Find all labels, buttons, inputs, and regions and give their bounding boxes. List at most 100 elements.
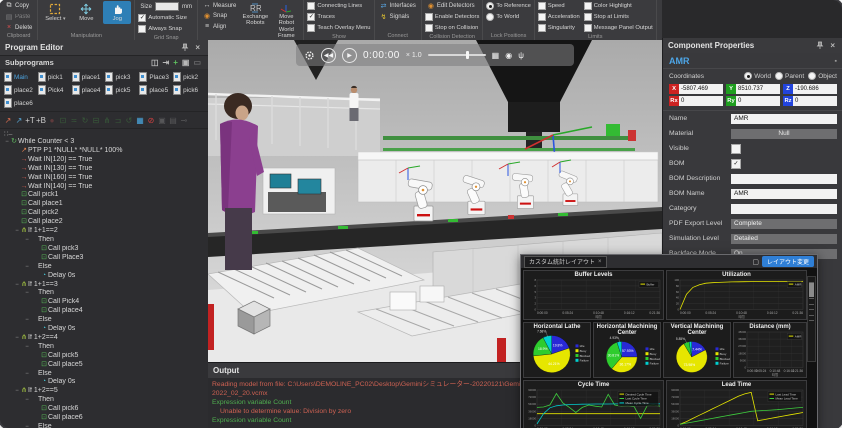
- program-statement-row[interactable]: ⊡Call pick5: [2, 352, 206, 361]
- program-statement-row[interactable]: →Wait IN[120] == True: [2, 156, 206, 165]
- program-statement-row[interactable]: ⊡Call place5: [2, 361, 206, 370]
- statement-icon[interactable]: ⊟: [91, 116, 101, 125]
- x-input[interactable]: -5807.469: [679, 84, 723, 94]
- program-statement-row[interactable]: ⊡Call place6: [2, 414, 206, 423]
- statement-icon[interactable]: ⊸: [179, 116, 189, 125]
- connectivity-icon[interactable]: ψ: [518, 51, 524, 60]
- paste-button[interactable]: ▤Paste: [3, 12, 32, 22]
- program-statement-row[interactable]: ⊡Call pick6: [2, 405, 206, 414]
- import-subprogram-icon[interactable]: ⇥: [161, 58, 172, 67]
- category-input[interactable]: [731, 204, 837, 214]
- subprogram-tile[interactable]: place4: [71, 84, 104, 96]
- y-input[interactable]: 8510.737: [736, 84, 780, 94]
- tree-expander-icon[interactable]: −: [24, 343, 30, 352]
- statement-icon[interactable]: ↗: [14, 116, 24, 125]
- tree-expander-icon[interactable]: −: [24, 289, 30, 298]
- ry-input[interactable]: 0: [736, 96, 780, 106]
- program-statement-row[interactable]: −⋔If 1+2==5: [2, 387, 206, 396]
- bom-checkbox[interactable]: [731, 159, 741, 169]
- view-navigation-cube[interactable]: [234, 297, 274, 342]
- simulation-level-dropdown[interactable]: Detailed: [731, 234, 837, 244]
- program-statement-row[interactable]: −Else: [2, 370, 206, 379]
- subprogram-tile[interactable]: pick2: [172, 71, 205, 83]
- to-reference-radio[interactable]: To Reference: [486, 1, 530, 11]
- subprogram-tile[interactable]: place1: [71, 71, 104, 83]
- program-statement-row[interactable]: −⋔If 1+1==2: [2, 227, 206, 236]
- enable-detectors-checkbox[interactable]: Enable Detectors: [425, 12, 479, 22]
- snap-button[interactable]: ◉Snap: [201, 11, 229, 21]
- traces-checkbox[interactable]: Traces: [307, 12, 335, 22]
- component-menu-icon[interactable]: ▪: [835, 58, 837, 65]
- pin-icon[interactable]: [178, 43, 192, 52]
- program-statement-row[interactable]: ⊡Call Place3: [2, 254, 206, 263]
- rz-input[interactable]: 0: [793, 96, 837, 106]
- subprogram-tile[interactable]: pick5: [104, 84, 137, 96]
- dashboard-scrollbar-thumb[interactable]: [809, 283, 814, 297]
- duplicate-subprogram-icon[interactable]: ▣: [180, 58, 192, 67]
- statement-icon[interactable]: ⋔: [102, 116, 112, 125]
- program-statement-row[interactable]: ◔Delay 0s: [2, 325, 206, 334]
- subprogram-tile[interactable]: pick1: [37, 71, 70, 83]
- pdf-export-level-dropdown[interactable]: Complete: [731, 219, 837, 229]
- statement-icon[interactable]: ▣: [157, 116, 167, 125]
- program-statement-row[interactable]: ◔Delay 0s: [2, 272, 206, 281]
- statement-icon[interactable]: ⊡: [58, 116, 68, 125]
- rx-input[interactable]: 0: [679, 96, 723, 106]
- visible-checkbox[interactable]: [731, 144, 741, 154]
- record-video-icon[interactable]: ◉: [505, 51, 512, 60]
- change-layout-button[interactable]: レイアウト変更: [762, 256, 814, 267]
- dashboard-tab[interactable]: カスタム統計レイアウト ×: [524, 256, 607, 268]
- dashboard-tab-close-icon[interactable]: ×: [598, 259, 602, 265]
- dashboard-scrollbar[interactable]: [807, 276, 816, 362]
- statement-icon[interactable]: ▤: [168, 116, 178, 125]
- delete-subprogram-icon[interactable]: ▭: [191, 58, 203, 67]
- tree-expander-icon[interactable]: −: [24, 236, 30, 245]
- program-statement-row[interactable]: −Then: [2, 396, 206, 405]
- message-panel-output-checkbox[interactable]: Message Panel Output: [584, 23, 653, 33]
- subprogram-list-icon[interactable]: ◫: [149, 58, 161, 67]
- subprogram-tile[interactable]: Main: [3, 71, 36, 83]
- program-statement-row[interactable]: ⊡Call Pick4: [2, 298, 206, 307]
- program-statement-row[interactable]: −⋔If 1+1==3: [2, 281, 206, 290]
- world-radio[interactable]: World: [744, 72, 771, 80]
- grid-size-input[interactable]: [155, 2, 179, 11]
- subprogram-tile[interactable]: pick6: [172, 84, 205, 96]
- bom-description-input[interactable]: [731, 174, 837, 184]
- statement-icon[interactable]: ●: [47, 116, 57, 125]
- color-highlight-checkbox[interactable]: Color Highlight: [584, 1, 632, 11]
- close-panel-icon[interactable]: ×: [827, 41, 838, 50]
- program-statement-row[interactable]: →Wait IN[160] == True: [2, 174, 206, 183]
- settings-gear-icon[interactable]: [304, 50, 315, 61]
- statement-icon[interactable]: ↻: [80, 116, 90, 125]
- tree-expander-icon[interactable]: −: [24, 263, 30, 272]
- pin-icon[interactable]: [813, 41, 827, 50]
- add-subprogram-icon[interactable]: +: [171, 58, 180, 67]
- jog-button[interactable]: Jog: [103, 1, 131, 24]
- statement-icon[interactable]: ↺: [124, 116, 134, 125]
- program-statement-row[interactable]: −Else: [2, 316, 206, 325]
- always-snap-checkbox[interactable]: Always Snap: [138, 24, 182, 34]
- exchange-robots-button[interactable]: RR Exchange Robots: [241, 1, 269, 29]
- program-statement-row[interactable]: −Else: [2, 423, 206, 428]
- subprogram-tile[interactable]: pick3: [104, 71, 137, 83]
- acceleration-checkbox[interactable]: Acceleration: [538, 12, 580, 22]
- routine-scope-icon[interactable]: ∷–: [4, 130, 12, 138]
- program-statement-row[interactable]: −Then: [2, 289, 206, 298]
- program-statement-row[interactable]: ⊡Call place2: [2, 218, 206, 227]
- select-button[interactable]: Select ▾: [41, 1, 69, 25]
- subprogram-tile[interactable]: place6: [3, 97, 36, 109]
- program-statement-row[interactable]: ↗PTP P1 *NULL* *NULL* 100%: [2, 147, 206, 156]
- program-statement-row[interactable]: ⊡Call pick2: [2, 209, 206, 218]
- to-world-radio[interactable]: To World: [486, 12, 519, 22]
- speed-slider-thumb[interactable]: [466, 51, 469, 59]
- play-button[interactable]: ▶: [342, 48, 357, 63]
- signals-button[interactable]: ↯Signals: [378, 12, 412, 22]
- tree-expander-icon[interactable]: −: [24, 370, 30, 379]
- dashboard-maximize-icon[interactable]: ▢: [752, 258, 759, 266]
- program-statement-row[interactable]: →Wait IN[130] == True: [2, 165, 206, 174]
- speed-slider[interactable]: [428, 54, 486, 56]
- measure-button[interactable]: ↔Measure: [201, 1, 238, 10]
- statement-icon[interactable]: ⊘: [146, 116, 156, 125]
- object-radio[interactable]: Object: [808, 72, 837, 80]
- bom-name-input[interactable]: AMR: [731, 189, 837, 199]
